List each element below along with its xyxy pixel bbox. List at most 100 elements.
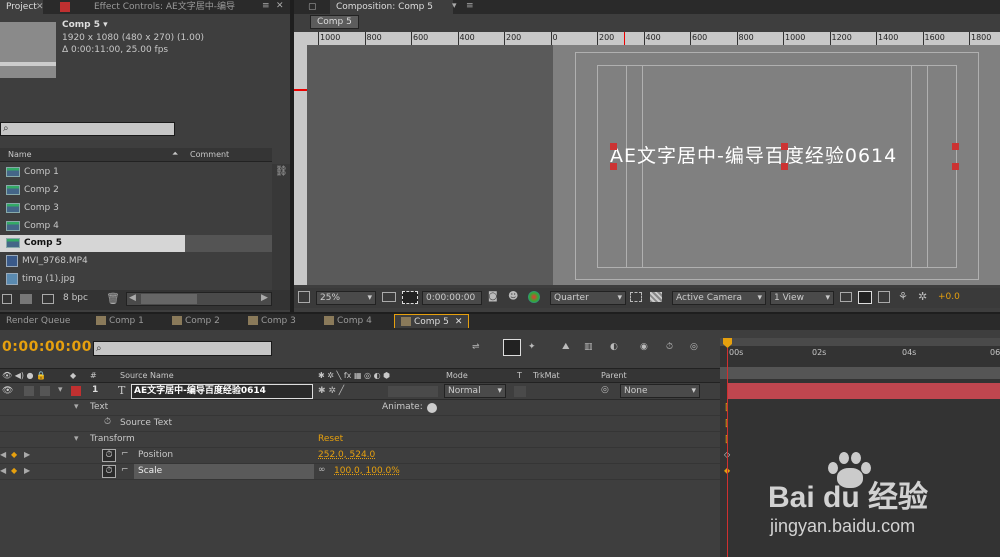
chevron-down-icon[interactable]: ▾ xyxy=(74,402,79,412)
motion-blur-icon[interactable]: ◐ xyxy=(610,342,618,352)
tab-effect-controls[interactable]: Effect Controls: AE文字居中-编导 xyxy=(88,0,241,14)
stopwatch-icon[interactable]: ⏱ xyxy=(104,417,111,427)
list-item[interactable]: timg (1).jpg xyxy=(0,271,272,288)
tab-comp-5[interactable]: Comp 5 ✕ xyxy=(394,314,470,328)
close-icon[interactable]: ✕ xyxy=(36,2,46,12)
switches-icons[interactable]: ✱ ✲ ╲ fx ▦ ◎ ◐ ⬢ xyxy=(318,371,390,380)
view-layout-select[interactable]: 1 View ▾ xyxy=(770,291,834,305)
comp-name[interactable]: Comp 5 ▾ xyxy=(62,20,108,30)
current-time-display[interactable]: 0:00:00:00 xyxy=(422,291,482,305)
scrollbar[interactable]: ⛓ xyxy=(272,164,290,290)
tab-comp-4[interactable]: Comp 4 xyxy=(318,314,378,328)
show-snapshot-icon[interactable]: ☻ xyxy=(508,291,518,302)
composition-viewer[interactable]: AE文字居中-编导百度经验0614 xyxy=(307,45,1000,285)
scroll-thumb[interactable] xyxy=(141,294,197,304)
col-source-name[interactable]: Source Name xyxy=(120,371,174,380)
camera-select[interactable]: Active Camera ▾ xyxy=(672,291,766,305)
exposure-value[interactable]: +0.0 xyxy=(938,292,960,302)
property-row-transform[interactable]: ▾ Transform Reset xyxy=(0,432,720,448)
col-mode[interactable]: Mode xyxy=(446,371,468,380)
auto-keyframe-icon[interactable]: ⏱ xyxy=(666,342,673,352)
tab-render-queue[interactable]: Render Queue xyxy=(0,314,76,328)
search-input[interactable]: ⌕ xyxy=(0,122,175,136)
position-value[interactable]: 252.0, 524.0 xyxy=(318,450,375,460)
stopwatch-icon[interactable]: ⏱ xyxy=(102,465,116,478)
parent-select[interactable]: None ▾ xyxy=(620,384,700,398)
graph-editor-icon[interactable]: ◎ xyxy=(690,342,698,352)
animate-play-icon[interactable] xyxy=(427,403,437,413)
fast-previews-icon[interactable] xyxy=(858,291,872,304)
horizontal-scrollbar[interactable]: ◀ ▶ xyxy=(126,292,272,306)
label-color-swatch[interactable] xyxy=(71,386,81,396)
blend-mode-select[interactable]: Normal ▾ xyxy=(444,384,506,398)
new-folder-icon[interactable] xyxy=(20,294,32,304)
lock-icon[interactable]: ▢ xyxy=(308,2,317,12)
layer-name[interactable]: AE文字居中-编导百度经验0614 xyxy=(131,384,313,399)
flowchart-icon[interactable]: ⛓ xyxy=(275,166,288,177)
playhead-handle[interactable] xyxy=(723,338,732,348)
hide-shy-layers-icon[interactable]: ⛰ xyxy=(562,342,570,352)
trkmat-select[interactable] xyxy=(514,386,526,397)
col-t[interactable]: T xyxy=(517,371,522,380)
tab-composition[interactable]: Composition: Comp 5 xyxy=(330,0,453,14)
brainstorm-icon[interactable]: ◉ xyxy=(640,342,648,352)
bounding-handle[interactable] xyxy=(610,143,617,150)
chevron-down-icon[interactable]: ▾ xyxy=(452,1,457,11)
sort-icon[interactable]: ⏶ xyxy=(172,149,178,159)
layer-duration-bar[interactable] xyxy=(727,383,1000,399)
list-item[interactable]: Comp 1 xyxy=(0,164,272,181)
scroll-right-icon[interactable]: ▶ xyxy=(261,293,268,303)
work-area-bar[interactable] xyxy=(720,338,1000,346)
keyframe-toggle-icon[interactable]: ◆ xyxy=(11,450,17,459)
eye-icon[interactable]: 👁 xyxy=(2,386,13,396)
safe-margins-icon[interactable] xyxy=(382,292,396,302)
zoom-select[interactable]: 25% ▾ xyxy=(316,291,376,305)
always-preview-icon[interactable] xyxy=(298,291,310,303)
bounding-handle[interactable] xyxy=(952,143,959,150)
interpret-footage-icon[interactable] xyxy=(2,294,12,304)
col-trkmat[interactable]: TrkMat xyxy=(533,371,560,380)
label-icon[interactable]: ◆ xyxy=(70,371,76,380)
timeline-icon[interactable] xyxy=(878,291,890,303)
audio-toggle[interactable] xyxy=(24,386,34,396)
list-item[interactable]: Comp 3 xyxy=(0,200,272,217)
draft-3d-icon[interactable]: ✦ xyxy=(528,342,536,352)
chevron-down-icon[interactable]: ▾ xyxy=(58,385,63,395)
list-item[interactable]: MVI_9768.MP4 xyxy=(0,253,272,270)
color-channel-icon[interactable] xyxy=(528,291,540,303)
solo-toggle[interactable] xyxy=(40,386,50,396)
prev-keyframe-icon[interactable]: ◀ xyxy=(0,466,6,475)
layer-row[interactable]: 👁 ▾ 1 T AE文字居中-编导百度经验0614 ✱ ✲ ╱ Normal ▾ … xyxy=(0,383,720,400)
flowchart-icon[interactable]: ⚘ xyxy=(898,290,908,303)
layer-switches[interactable]: ✱ ✲ ╱ xyxy=(318,386,344,396)
tab-comp-2[interactable]: Comp 2 xyxy=(166,314,226,328)
av-features-icons[interactable]: 👁 ◀) ● 🔒 xyxy=(2,371,46,380)
chevron-down-icon[interactable]: ▾ xyxy=(74,434,79,444)
transparency-grid-icon[interactable] xyxy=(402,291,418,304)
tab-comp-3[interactable]: Comp 3 xyxy=(242,314,302,328)
prev-keyframe-icon[interactable]: ◀ xyxy=(0,450,6,459)
switch-cells[interactable] xyxy=(388,386,438,397)
next-keyframe-icon[interactable]: ▶ xyxy=(24,466,30,475)
toggle-transparency-icon[interactable] xyxy=(650,292,662,302)
constrain-proportions-icon[interactable]: ∞ xyxy=(318,465,326,475)
comp-mini-flowchart-icon[interactable]: ⇌ xyxy=(472,342,480,352)
bounding-handle[interactable] xyxy=(781,163,788,170)
pixel-aspect-icon[interactable] xyxy=(840,292,852,302)
panel-menu-icon[interactable]: ≡ xyxy=(466,1,474,11)
timeline-current-time[interactable]: 0:00:00:00 xyxy=(2,339,92,355)
bounding-handle[interactable] xyxy=(952,163,959,170)
pickwhip-icon[interactable]: ◎ xyxy=(601,385,609,395)
trash-icon[interactable]: 🗑 xyxy=(106,292,120,305)
col-parent[interactable]: Parent xyxy=(601,371,627,380)
resolution-select[interactable]: Quarter ▾ xyxy=(550,291,626,305)
property-row-scale[interactable]: ◀ ◆ ▶ ⏱ ⌐ Scale ∞ 100.0, 100.0% xyxy=(0,464,720,480)
time-ruler[interactable]: 00s 02s 04s 06 xyxy=(724,348,1000,364)
property-row-source-text[interactable]: ⏱ Source Text xyxy=(0,416,720,432)
close-icon[interactable]: ✕ xyxy=(276,1,284,11)
keyframe-toggle-icon[interactable]: ◆ xyxy=(11,466,17,475)
property-row-position[interactable]: ◀ ◆ ▶ ⏱ ⌐ Position 252.0, 524.0 xyxy=(0,448,720,464)
bpc-label[interactable]: 8 bpc xyxy=(63,293,88,303)
property-row-text[interactable]: ▾ Text Animate: xyxy=(0,400,720,416)
region-of-interest-icon[interactable] xyxy=(630,292,642,302)
